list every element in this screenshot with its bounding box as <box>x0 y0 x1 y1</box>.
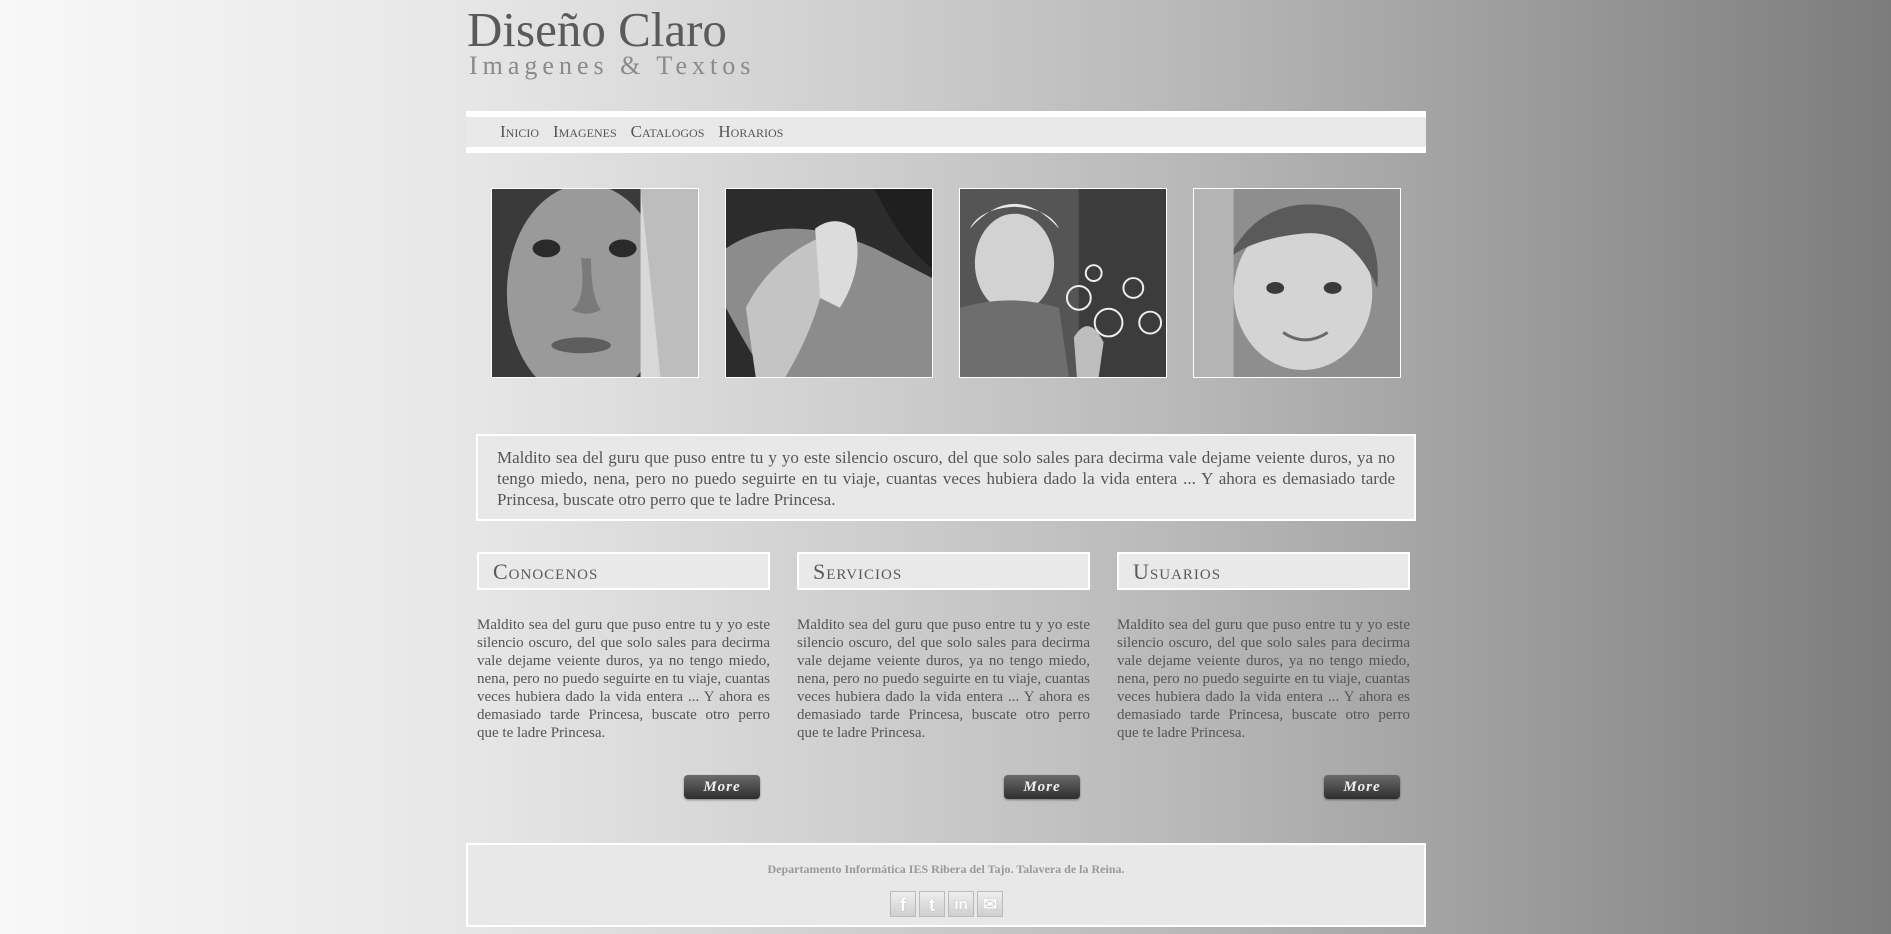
facebook-icon[interactable]: f <box>890 891 916 917</box>
column-conocenos: Conocenos Maldito sea del guru que puso … <box>477 552 770 799</box>
nav-list: Inicio Imagenes Catalogos Horarios <box>500 123 783 140</box>
gallery-image-hands[interactable] <box>725 188 933 378</box>
nav-item-inicio[interactable]: Inicio <box>500 123 539 140</box>
site-subtitle: Imagenes & Textos <box>469 51 756 80</box>
nav-bar: Inicio Imagenes Catalogos Horarios <box>466 117 1426 147</box>
footer-text: Departamento Informática IES Ribera del … <box>767 862 1125 876</box>
column-title: Servicios <box>813 559 903 584</box>
more-button[interactable]: More <box>1324 775 1400 799</box>
column-title: Usuarios <box>1133 559 1222 584</box>
gallery-image-child-face[interactable] <box>491 188 699 378</box>
column-heading: Servicios <box>797 552 1090 590</box>
column-heading: Conocenos <box>477 552 770 590</box>
site-title[interactable]: Diseño Claro <box>467 5 727 54</box>
social-links: f t in ✉ <box>890 891 1003 917</box>
more-button[interactable]: More <box>1004 775 1080 799</box>
nav-item-imagenes[interactable]: Imagenes <box>553 123 617 140</box>
page: Diseño Claro Imagenes & Textos Inicio Im… <box>466 0 1426 934</box>
column-text: Maldito sea del guru que puso entre tu y… <box>1117 617 1410 741</box>
gallery-image-child-bubbles[interactable] <box>959 188 1167 378</box>
column-heading: Usuarios <box>1117 552 1410 590</box>
footer: Departamento Informática IES Ribera del … <box>466 843 1426 927</box>
column-title: Conocenos <box>493 559 599 584</box>
column-text: Maldito sea del guru que puso entre tu y… <box>477 617 770 741</box>
twitter-icon[interactable]: t <box>919 891 945 917</box>
gallery-image-smiling-child[interactable] <box>1193 188 1401 378</box>
column-text: Maldito sea del guru que puso entre tu y… <box>797 617 1090 741</box>
more-button[interactable]: More <box>684 775 760 799</box>
linkedin-icon[interactable]: in <box>948 891 974 917</box>
main-nav: Inicio Imagenes Catalogos Horarios <box>466 111 1426 153</box>
nav-item-horarios[interactable]: Horarios <box>718 123 783 140</box>
intro-text: Maldito sea del guru que puso entre tu y… <box>476 434 1416 521</box>
column-usuarios: Usuarios Maldito sea del guru que puso e… <box>1117 552 1410 799</box>
nav-item-catalogos[interactable]: Catalogos <box>631 123 705 140</box>
column-servicios: Servicios Maldito sea del guru que puso … <box>797 552 1090 799</box>
mail-icon[interactable]: ✉ <box>977 891 1003 917</box>
